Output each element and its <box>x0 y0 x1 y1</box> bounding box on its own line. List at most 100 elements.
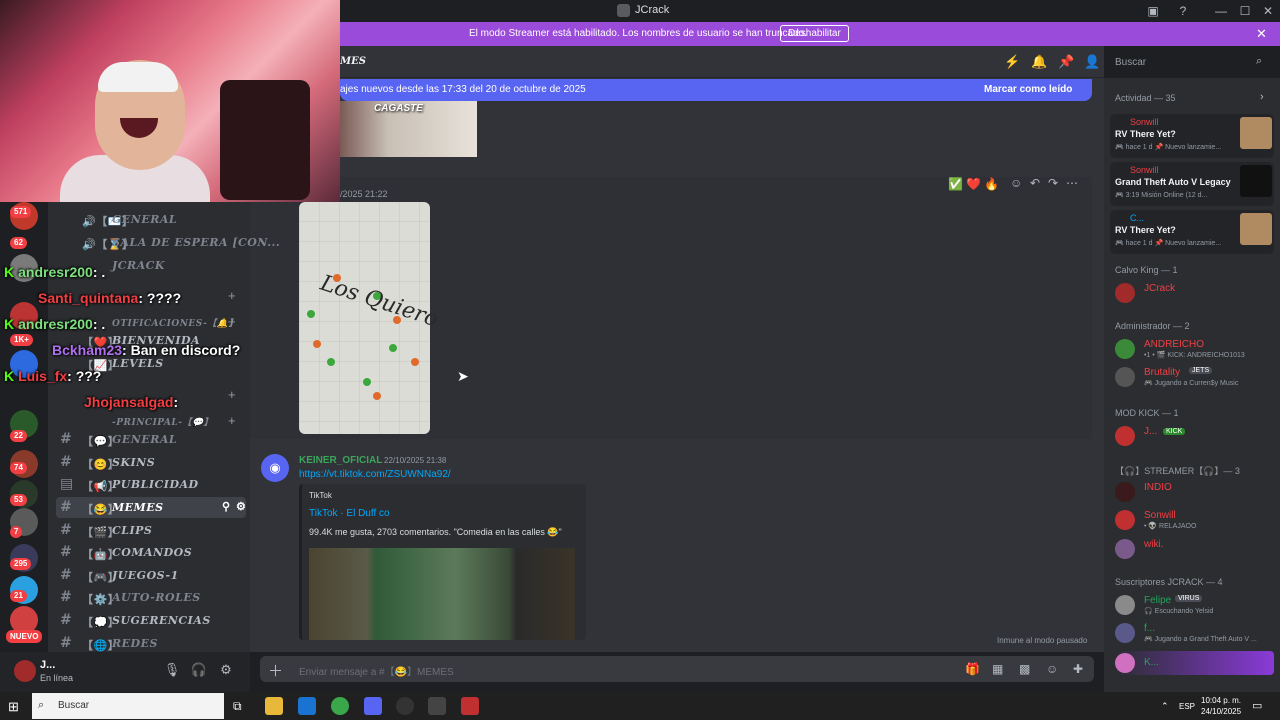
app-icon[interactable] <box>428 697 446 715</box>
kick-icon: K <box>4 368 15 384</box>
add-channel-icon[interactable]: + <box>228 413 236 428</box>
language-indicator[interactable]: ESP <box>1179 702 1195 711</box>
chevron-up-icon[interactable]: ⌃ <box>1161 701 1169 712</box>
kick-icon: K <box>4 264 15 280</box>
disable-streamer-button[interactable]: Deshabilitar <box>780 25 849 42</box>
maximize-button[interactable]: ☐ <box>1233 2 1257 20</box>
members-icon[interactable]: 👤 <box>1084 54 1100 70</box>
clock-time: 10:04 p. m. <box>1201 696 1242 705</box>
search-input[interactable]: Buscar <box>1109 53 1274 73</box>
notifications-icon[interactable]: ▭ <box>1252 699 1262 712</box>
add-reaction-icon[interactable]: ☺ <box>1010 176 1022 190</box>
banner-close-icon[interactable]: ✕ <box>1256 26 1267 42</box>
channel-comandos[interactable]: # 【🤖】 COMANDOS <box>56 542 246 563</box>
sticker-icon[interactable]: ▩ <box>1019 662 1030 676</box>
message-author[interactable]: KEINER_OFICIAL <box>299 455 382 466</box>
stream-chat-line: Kandresr200: . <box>4 264 106 280</box>
reaction-heart-icon[interactable]: ❤️ <box>966 177 981 191</box>
heart-icon <box>313 340 321 348</box>
embed-title[interactable]: TikTok · El Duff co <box>309 508 390 519</box>
screen-icon[interactable]: ▣ <box>1141 2 1165 20</box>
channel-memes[interactable]: # 【😂】 MEMES ⚲ ⚙ <box>56 497 246 518</box>
add-attachment-icon[interactable]: ＋ <box>268 660 283 681</box>
channel-clips[interactable]: # 【🎬】 CLIPS <box>56 520 246 541</box>
emoji-icon[interactable]: ☺ <box>1046 662 1058 676</box>
help-icon[interactable]: ? <box>1171 2 1195 20</box>
role-tag: VIRUS <box>1175 595 1203 602</box>
microphone-icon[interactable]: 🎙 <box>163 662 181 680</box>
heart-icon <box>373 392 381 400</box>
gift-icon[interactable]: 🎁 <box>965 662 980 676</box>
discord-avatar-icon[interactable]: ◉ <box>261 454 289 482</box>
slowmode-note: Inmune al modo pausado <box>997 636 1088 645</box>
message-timestamp: /2025 21:22 <box>340 189 388 199</box>
discord-icon[interactable] <box>364 697 382 715</box>
heart-icon <box>411 358 419 366</box>
reaction-check-icon[interactable]: ✅ <box>948 177 963 191</box>
webcam-overlay <box>0 0 340 202</box>
clock[interactable]: 10:04 p. m. 24/10/2025 <box>1201 695 1241 717</box>
gif-icon[interactable]: ▦ <box>992 662 1003 676</box>
channel-redes[interactable]: # 【🌐】 REDES <box>56 633 246 654</box>
add-channel-icon[interactable]: + <box>228 288 236 303</box>
stream-chat-line: Kandresr200: . <box>4 316 106 332</box>
mention-badge: 295 <box>10 558 32 570</box>
reply-icon[interactable]: ↶ <box>1030 176 1040 190</box>
role-header: Administrador — 2 <box>1115 321 1190 331</box>
forward-icon[interactable]: ↷ <box>1048 176 1058 190</box>
channel-auto-roles[interactable]: # 【⚙️】 AUTO-ROLES <box>56 587 246 608</box>
message-toolbar: ✅ ❤️ 🔥 ☺ ↶ ↷ ⋯ <box>944 176 1084 194</box>
mention-badge: 53 <box>10 494 27 506</box>
new-messages-bar[interactable]: ajes nuevos desde las 17:33 del 20 de oc… <box>340 79 1092 101</box>
outlook-icon[interactable] <box>298 697 316 715</box>
invite-icon[interactable]: ⚲ <box>222 500 231 513</box>
channel-skins[interactable]: # 【😊】 SKINS <box>56 452 246 473</box>
activity-card[interactable]: Sonwill Grand Theft Auto V Legacy 🎮 3:19… <box>1110 162 1274 206</box>
mark-as-read-button[interactable]: Marcar como leído <box>984 84 1072 95</box>
message-link[interactable]: https://vt.tiktok.com/ZSUWNNa92/ <box>299 469 451 480</box>
file-explorer-icon[interactable] <box>265 697 283 715</box>
task-view-icon[interactable]: ⧉ <box>233 699 242 714</box>
voice-channel-general[interactable]: 🔊【✉️】 GENERAL <box>56 209 246 230</box>
activity-card[interactable]: Sonwill RV There Yet? 🎮 hace 1 d 📌 Nuevo… <box>1110 114 1274 158</box>
minimize-button[interactable]: — <box>1209 2 1233 20</box>
activity-card[interactable]: C... RV There Yet? 🎮 hace 1 d 📌 Nuevo la… <box>1110 210 1274 254</box>
add-channel-icon[interactable]: + <box>228 314 236 329</box>
gear-icon[interactable]: ⚙ <box>217 662 235 680</box>
windows-start-icon[interactable]: ⊞ <box>8 699 19 715</box>
channel-publicidad[interactable]: ▤ 【📢】 PUBLICIDAD <box>56 474 246 495</box>
avatar[interactable] <box>14 660 36 682</box>
game-thumbnail <box>1240 213 1272 245</box>
pin-icon[interactable]: 📌 <box>1058 54 1074 70</box>
more-icon[interactable]: ⋯ <box>1066 176 1078 190</box>
apps-icon[interactable]: ✚ <box>1073 662 1083 676</box>
webcam-cap <box>98 62 178 92</box>
taskbar-search[interactable]: Buscar <box>32 693 224 719</box>
embed-video-thumbnail[interactable] <box>309 548 575 640</box>
channel-sugerencias[interactable]: # 【💭】 SUGERENCIAS <box>56 610 246 631</box>
add-channel-icon[interactable]: + <box>228 387 236 402</box>
headphones-icon[interactable]: 🎧 <box>190 662 208 680</box>
channel-general[interactable]: # 【💬】 GENERAL <box>56 429 246 450</box>
gear-icon[interactable]: ⚙ <box>236 500 246 513</box>
bell-icon[interactable]: 🔔 <box>1031 54 1047 70</box>
obs-icon[interactable] <box>396 697 414 715</box>
channel-juegos[interactable]: # 【🎮】 JUEGOS-1 <box>56 565 246 586</box>
close-window-button[interactable]: ✕ <box>1256 2 1280 20</box>
voice-channel-waiting[interactable]: 🔊【⌛】 SALA DE ESPERA [CON... <box>56 232 280 253</box>
kick-icon: K <box>4 316 15 332</box>
threads-icon[interactable]: ⚡ <box>1004 54 1020 70</box>
role-header: 【🎧】STREAMER【🎧】— 3 <box>1115 466 1240 476</box>
heart-icon <box>389 344 397 352</box>
chevron-right-icon[interactable]: › <box>1260 91 1264 103</box>
reaction-fire-icon[interactable]: 🔥 <box>984 177 999 191</box>
chrome-icon[interactable] <box>331 697 349 715</box>
stream-chat-line: Jhojansalgad: <box>84 394 179 410</box>
game-thumbnail <box>1240 117 1272 149</box>
heart-icon <box>307 310 315 318</box>
member-row[interactable]: K... <box>1115 651 1274 675</box>
webcam-chair <box>220 80 310 200</box>
mention-badge: 571 <box>10 206 32 218</box>
app-icon <box>617 4 630 17</box>
app-icon[interactable] <box>461 697 479 715</box>
